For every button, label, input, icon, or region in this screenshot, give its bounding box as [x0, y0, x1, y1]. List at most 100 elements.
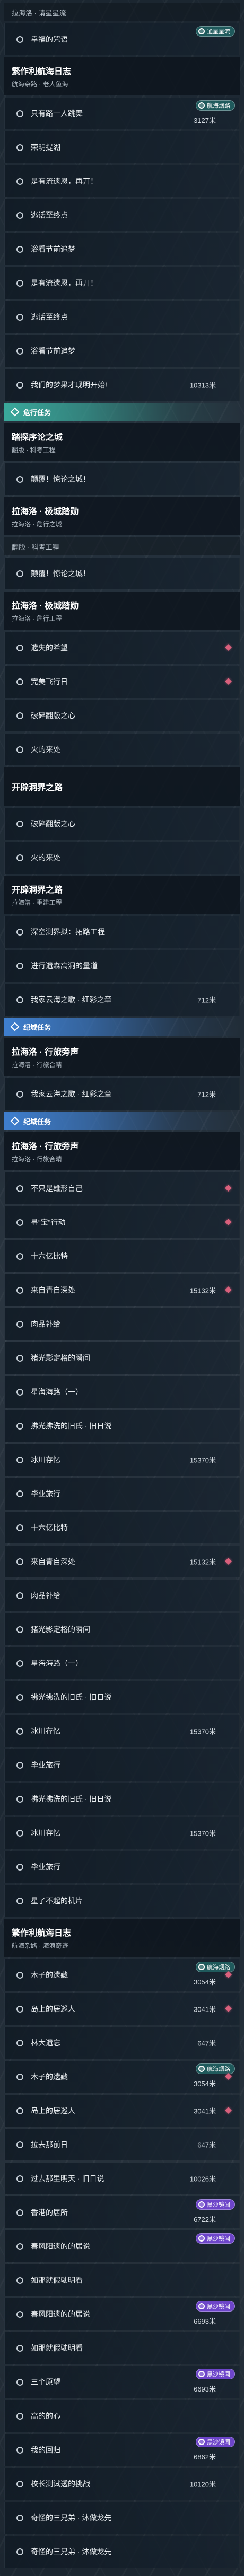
quest-item[interactable]: 如那就假驶明看: [4, 2264, 240, 2296]
quest-item[interactable]: 校长测试透的挑战 10120米: [4, 2468, 240, 2500]
quest-status-icon: [16, 678, 23, 685]
quest-title: 遗失的希望: [31, 643, 68, 652]
quest-item[interactable]: 猪光影定格的瞬间: [4, 1342, 240, 1374]
quest-item[interactable]: 冰川存忆 15370米: [4, 1715, 240, 1747]
quest-item[interactable]: 十六亿比特: [4, 1512, 240, 1543]
quest-item[interactable]: 浴看节前追梦: [4, 335, 240, 367]
quest-item[interactable]: 破碎翻版之心: [4, 808, 240, 840]
quest-group-header[interactable]: 拉海洛 · 行旅旁声 拉海洛 · 行旅合晴: [4, 1038, 240, 1076]
quest-item[interactable]: 火的来处: [4, 734, 240, 765]
quest-title: 奇怪的三兄弟 · 沐做龙先: [31, 2547, 112, 2556]
quest-item[interactable]: 奇怪的三兄弟 · 沐做龙先: [4, 2502, 240, 2534]
quest-category-tab[interactable]: 危行任务: [4, 403, 240, 421]
quest-item[interactable]: 冰川存忆 15370米: [4, 1817, 240, 1849]
quest-distance: 6722米: [194, 2216, 216, 2224]
quest-item[interactable]: 逃话至终点: [4, 301, 240, 333]
region-badge: 黑沙镜闻: [196, 2437, 235, 2447]
quest-group-subtitle: 拉海洛 · 危行之城: [12, 521, 62, 528]
quest-group-header[interactable]: 拉海洛 · 极城踏勋 拉海洛 · 危行之城: [4, 497, 240, 535]
quest-item[interactable]: 过去那里明天 · 旧日说 10026米: [4, 2163, 240, 2194]
quest-item[interactable]: 春风阳遗的的居说 6693米 黑沙镜闻: [4, 2298, 240, 2330]
quest-item[interactable]: 浴看节前追梦: [4, 233, 240, 265]
quest-item[interactable]: 来自青自深处 15132米: [4, 1546, 240, 1577]
quest-item[interactable]: 毕业旅行: [4, 1478, 240, 1510]
region-badge-label: 黑沙镜闻: [207, 2371, 230, 2378]
quest-item[interactable]: 来自青自深处 15132米: [4, 1274, 240, 1306]
quest-status-icon: [16, 820, 23, 827]
quest-status-icon: [16, 2446, 23, 2454]
quest-item[interactable]: 是有流遗恩，再开！: [4, 267, 240, 299]
quest-item[interactable]: 毕业旅行: [4, 1851, 240, 1883]
quest-status-icon: [16, 2412, 23, 2420]
quest-item[interactable]: 寻“宝”行动: [4, 1206, 240, 1238]
quest-group-header[interactable]: 开辟洞界之路: [4, 767, 240, 806]
quest-item[interactable]: 我家云海之歌 · 红彩之章 712米: [4, 984, 240, 1016]
quest-item[interactable]: 春风阳遗的的居说 黑沙镜闻: [4, 2230, 240, 2262]
quest-item[interactable]: 三个原望 6693米 黑沙镜闻: [4, 2366, 240, 2398]
quest-item[interactable]: 星海海路（一）: [4, 1647, 240, 1679]
quest-item[interactable]: 我们的梦果才现明开始! 10313米: [4, 369, 240, 401]
quest-item[interactable]: 肉品补给: [4, 1580, 240, 1611]
quest-category-tab[interactable]: 纪域任务: [4, 1112, 240, 1130]
quest-item[interactable]: 星了不起的机片: [4, 1885, 240, 1917]
quest-item[interactable]: 木子的遗藏 3054米 航海烟路: [4, 2061, 240, 2093]
quest-item[interactable]: 拉去那前日 647米: [4, 2129, 240, 2160]
quest-item[interactable]: 十六亿比特: [4, 1240, 240, 1272]
quest-item[interactable]: 不只是雄形自己: [4, 1172, 240, 1204]
quest-group-title: 繁作利航海日志: [12, 67, 72, 76]
quest-item[interactable]: 我家云海之歌 · 红彩之章 712米: [4, 1078, 240, 1110]
quest-item[interactable]: 荣明提湖: [4, 131, 240, 163]
quest-item[interactable]: 星海海路（一）: [4, 1376, 240, 1408]
quest-item[interactable]: 拂光拂洗的旧氏 · 旧日说: [4, 1783, 240, 1815]
quest-item[interactable]: 我的回归 6862米 黑沙镜闻: [4, 2434, 240, 2466]
region-badge-label: 黑沙镜闻: [207, 2236, 230, 2242]
quest-item[interactable]: 高的的心: [4, 2400, 240, 2432]
quest-item[interactable]: 肉品补给: [4, 1308, 240, 1340]
quest-group-header[interactable]: 拉海洛 · 行旅旁声 拉海洛 · 行旅合晴: [4, 1132, 240, 1170]
quest-item[interactable]: 香港的居所 6722米 黑沙镜闻: [4, 2196, 240, 2228]
quest-group-header[interactable]: 踏探序论之城 翻版 · 科考工程: [4, 423, 240, 461]
quest-item[interactable]: 木子的遗藏 3054米 航海烟路: [4, 1959, 240, 1991]
quest-item[interactable]: 毕业旅行: [4, 1749, 240, 1781]
quest-item[interactable]: 幸福的咒语 通星星流: [4, 23, 240, 55]
quest-item[interactable]: 颠覆！惊论之城！: [4, 463, 240, 495]
quest-group-header[interactable]: 拉海洛 · 极城踏勋 拉海洛 · 危行工程: [4, 592, 240, 630]
quest-title: 拂光拂洗的旧氏 · 旧日说: [31, 1422, 112, 1430]
quest-category-label: 纪域任务: [23, 1117, 51, 1126]
quest-group-subtitle: 航海杂路 · 海浪奇迹: [12, 1942, 68, 1949]
quest-title: 浴看节前追梦: [31, 347, 75, 355]
quest-status-icon: [16, 2141, 23, 2148]
quest-item[interactable]: 进行遗森高洞的量道: [4, 950, 240, 982]
quest-item[interactable]: 岛上的居巡人 3041米: [4, 2095, 240, 2127]
quest-category-tab[interactable]: 纪域任务: [4, 1018, 240, 1036]
quest-item[interactable]: 猪光影定格的瞬间: [4, 1613, 240, 1645]
quest-item[interactable]: 岛上的居巡人 3041米: [4, 1993, 240, 2025]
quest-item[interactable]: 如那就假驶明看: [4, 2332, 240, 2364]
quest-item[interactable]: 拂光拂洗的旧氏 · 旧日说: [4, 1681, 240, 1713]
quest-status-icon: [16, 854, 23, 861]
region-badge-icon: [198, 2066, 205, 2072]
quest-item[interactable]: 只有路一人跳舞 3127米 航海烟路: [4, 98, 240, 129]
quest-item[interactable]: 奇怪的三兄弟 · 沐做龙先: [4, 2536, 240, 2568]
quest-status-icon: [16, 2073, 23, 2080]
quest-group-header[interactable]: 繁作利航海日志 航海杂路 · 海浪奇迹: [4, 1919, 240, 1957]
quest-item[interactable]: 破碎翻版之心: [4, 700, 240, 731]
quest-item[interactable]: 林大遗忘 647米: [4, 2027, 240, 2059]
quest-item[interactable]: 拂光拂洗的旧氏 · 旧日说: [4, 1410, 240, 1442]
quest-item[interactable]: 是有流遗恩，再开！: [4, 165, 240, 197]
quest-item[interactable]: 遗失的希望: [4, 632, 240, 664]
quest-item[interactable]: 完美飞行日: [4, 666, 240, 698]
quest-item[interactable]: 冰川存忆 15370米: [4, 1444, 240, 1476]
quest-group-subtitle: 拉海洛 · 重建工程: [12, 899, 62, 906]
quest-status-icon: [16, 746, 23, 753]
quest-log-list[interactable]: 拉海洛 · 请星星流 幸福的咒语 通星星流 繁作利航海日志 航海杂路 · 老人鱼海 只有路…: [0, 0, 244, 2568]
quest-item[interactable]: 火的来处: [4, 842, 240, 874]
quest-group-header[interactable]: 开辟洞界之路 拉海洛 · 重建工程: [4, 876, 240, 914]
region-badge-label: 黑沙镜闻: [207, 2202, 230, 2208]
region-badge: 通星星流: [196, 26, 235, 37]
quest-item[interactable]: 颠覆！惊论之城！: [4, 558, 240, 589]
quest-group-header[interactable]: 繁作利航海日志 航海杂路 · 老人鱼海: [4, 57, 240, 95]
quest-item[interactable]: 逃话至终点: [4, 199, 240, 231]
quest-item[interactable]: 深空测界拟：拓路工程: [4, 916, 240, 948]
quest-title: 拂光拂洗的旧氏 · 旧日说: [31, 1693, 112, 1701]
